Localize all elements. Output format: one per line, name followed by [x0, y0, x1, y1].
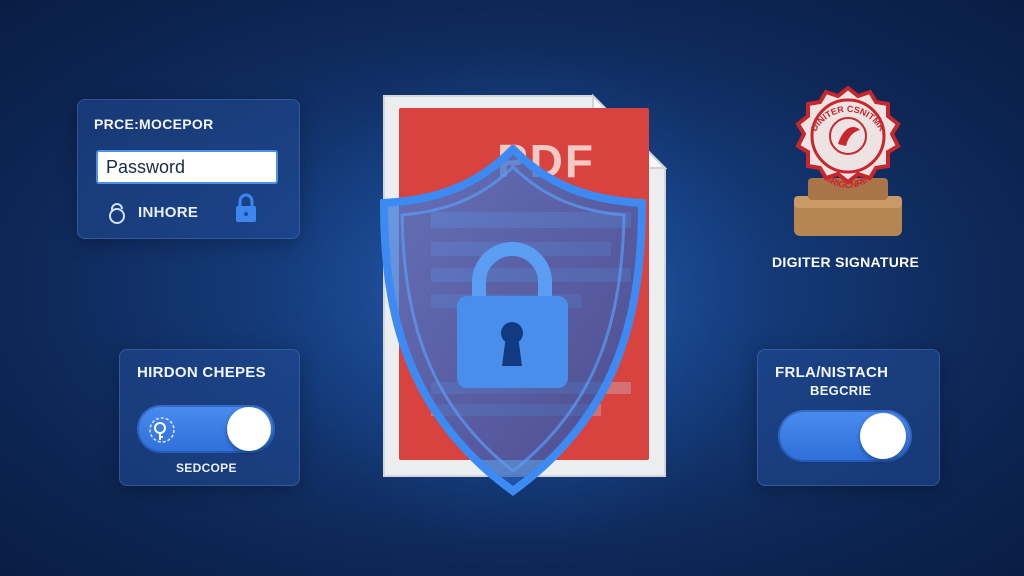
svg-text:DINITER CSNITMR: DINITER CSNITMR	[809, 104, 888, 133]
password-card-title: PRCE:MOCEPOR	[94, 116, 214, 132]
right-toggle-card-title: FRLA/NISTACH	[775, 364, 889, 381]
right-toggle-card: FRLA/NISTACH BEGCRIE	[757, 349, 940, 486]
right-toggle-card-subtitle: BEGCRIE	[810, 383, 872, 398]
right-toggle-switch[interactable]	[778, 410, 912, 462]
right-toggle-knob	[860, 413, 906, 459]
seal-top-text: DINITER CSNITMR	[809, 104, 888, 133]
signature-caption: DIGITER SIGNATURE	[772, 254, 920, 270]
password-hint-label: INHORE	[138, 204, 199, 221]
password-input[interactable]: Password	[96, 150, 278, 184]
password-card: PRCE:MOCEPOR Password INHORE	[77, 99, 300, 239]
unlock-icon[interactable]	[105, 201, 129, 225]
left-toggle-switch[interactable]	[137, 405, 275, 453]
svg-text:SRIGCNRIN: SRIGCNRIN	[824, 173, 873, 190]
key-icon	[147, 415, 177, 445]
left-toggle-caption: SEDCOPE	[176, 461, 237, 475]
left-toggle-card-title: HIRDON CHEPES	[137, 364, 266, 381]
seal-bottom-text: SRIGCNRIN	[824, 173, 873, 190]
left-toggle-card: HIRDON CHEPES SEDCOPE	[119, 349, 300, 486]
lock-icon[interactable]	[231, 192, 261, 224]
signature-seal: DINITER CSNITMR SRIGCNRIN	[786, 85, 910, 242]
left-toggle-knob	[227, 407, 271, 451]
padlock-icon	[455, 236, 570, 390]
